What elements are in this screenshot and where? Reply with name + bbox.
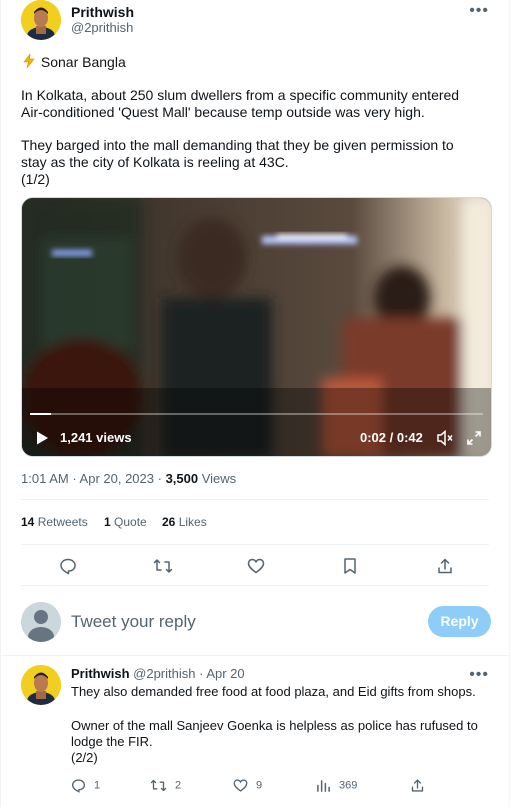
reply-text-line-1: They also demanded free food at food pla… bbox=[71, 684, 476, 699]
tweet-date[interactable]: Apr 20, 2023 bbox=[80, 471, 154, 486]
reply-text-line-4: (2/2) bbox=[71, 750, 98, 765]
reply-more-options-button[interactable]: ••• bbox=[469, 666, 489, 684]
author-avatar[interactable] bbox=[21, 0, 61, 40]
lightning-emoji-icon bbox=[21, 52, 41, 70]
divider bbox=[21, 585, 489, 586]
reply-author-name[interactable]: Prithwish bbox=[71, 666, 130, 681]
likes-stat[interactable]: 26 Likes bbox=[162, 515, 207, 529]
tweet-views-count: 3,500 bbox=[165, 471, 199, 486]
author-handle[interactable]: @2prithish bbox=[71, 20, 133, 35]
video-frame bbox=[22, 198, 491, 456]
reply-icon[interactable] bbox=[59, 557, 77, 580]
fullscreen-icon[interactable] bbox=[466, 430, 482, 451]
reply-text-line-2: Owner of the mall Sanjeev Goenka is help… bbox=[71, 718, 478, 733]
tweet-time[interactable]: 1:01 AM bbox=[21, 471, 69, 486]
reply-header: Prithwish @2prithish · Apr 20 bbox=[71, 666, 245, 681]
reply-author-avatar[interactable] bbox=[21, 665, 61, 705]
quotes-stat[interactable]: 1 Quote bbox=[104, 515, 147, 529]
tweet-thread-count: (1/2) bbox=[21, 171, 50, 187]
like-icon bbox=[233, 779, 248, 792]
video-time-readout: 0:02 / 0:42 bbox=[360, 430, 423, 445]
tweet-meta: 1:01 AM · Apr 20, 2023 · 3,500 Views bbox=[21, 471, 236, 486]
likes-label: Likes bbox=[178, 515, 207, 529]
author-name[interactable]: Prithwish bbox=[71, 4, 134, 20]
share-icon[interactable] bbox=[436, 557, 454, 580]
retweets-stat[interactable]: 14 Retweets bbox=[21, 515, 88, 529]
video-player[interactable]: 1,241 views 0:02 / 0:42 bbox=[21, 197, 492, 457]
divider bbox=[21, 544, 489, 545]
play-icon[interactable] bbox=[34, 430, 50, 451]
reply-share-button[interactable] bbox=[410, 778, 433, 793]
tweet-title-line: Sonar Bangla bbox=[21, 52, 491, 71]
meta-separator: · bbox=[154, 471, 166, 486]
reply-likes-count: 9 bbox=[256, 779, 263, 792]
likes-count: 26 bbox=[162, 515, 176, 529]
reply-author-handle[interactable]: @2prithish bbox=[133, 666, 195, 681]
video-views-count: 1,241 views bbox=[60, 430, 132, 445]
reply-separator: · bbox=[195, 666, 207, 681]
reply-replies-count: 1 bbox=[94, 779, 101, 792]
divider bbox=[1, 655, 509, 656]
reply-button[interactable]: Reply bbox=[428, 606, 491, 637]
reply-text-line-3: lodge the FIR. bbox=[71, 734, 153, 749]
like-icon[interactable] bbox=[247, 557, 265, 580]
bookmark-icon[interactable] bbox=[342, 557, 358, 580]
tweet-paragraph-1-line-2: Air-conditioned 'Quest Mall' because tem… bbox=[21, 104, 425, 120]
reply-views-button[interactable]: 369 bbox=[316, 778, 357, 793]
mute-icon[interactable] bbox=[436, 429, 454, 451]
tweet-paragraph-1-line-1: In Kolkata, about 250 slum dwellers from… bbox=[21, 87, 460, 103]
video-progress-fill bbox=[30, 413, 52, 415]
retweet-icon bbox=[150, 779, 167, 792]
quotes-label: Quote bbox=[114, 515, 147, 529]
retweets-label: Retweets bbox=[37, 515, 88, 529]
more-options-button[interactable]: ••• bbox=[469, 2, 489, 20]
reply-icon bbox=[71, 779, 86, 793]
tweet-paragraph-2-line-2: stay as the city of Kolkata is reeling a… bbox=[21, 154, 289, 170]
video-progress-bar[interactable] bbox=[30, 413, 483, 415]
reply-views-count: 369 bbox=[339, 779, 358, 792]
retweets-count: 14 bbox=[21, 515, 35, 529]
tweet-views-label: Views bbox=[201, 471, 237, 486]
reply-input[interactable]: Tweet your reply bbox=[71, 612, 196, 632]
reply-like-button[interactable]: 9 bbox=[233, 778, 262, 793]
reply-retweets-count: 2 bbox=[175, 779, 182, 792]
current-user-avatar bbox=[21, 602, 61, 642]
retweet-icon[interactable] bbox=[153, 557, 173, 580]
views-chart-icon bbox=[317, 780, 330, 792]
divider bbox=[21, 499, 489, 500]
reply-reply-button[interactable]: 1 bbox=[71, 778, 100, 793]
tweet-paragraph-2-line-1: They barged into the mall demanding that… bbox=[21, 137, 454, 153]
quotes-count: 1 bbox=[104, 515, 111, 529]
tweet-title-text: Sonar Bangla bbox=[40, 54, 126, 70]
share-icon bbox=[411, 779, 424, 792]
reply-date[interactable]: Apr 20 bbox=[206, 666, 244, 681]
meta-separator: · bbox=[68, 471, 80, 486]
tweet-thread: Prithwish @2prithish ••• Sonar Bangla In… bbox=[0, 0, 510, 807]
reply-retweet-button[interactable]: 2 bbox=[150, 778, 181, 793]
